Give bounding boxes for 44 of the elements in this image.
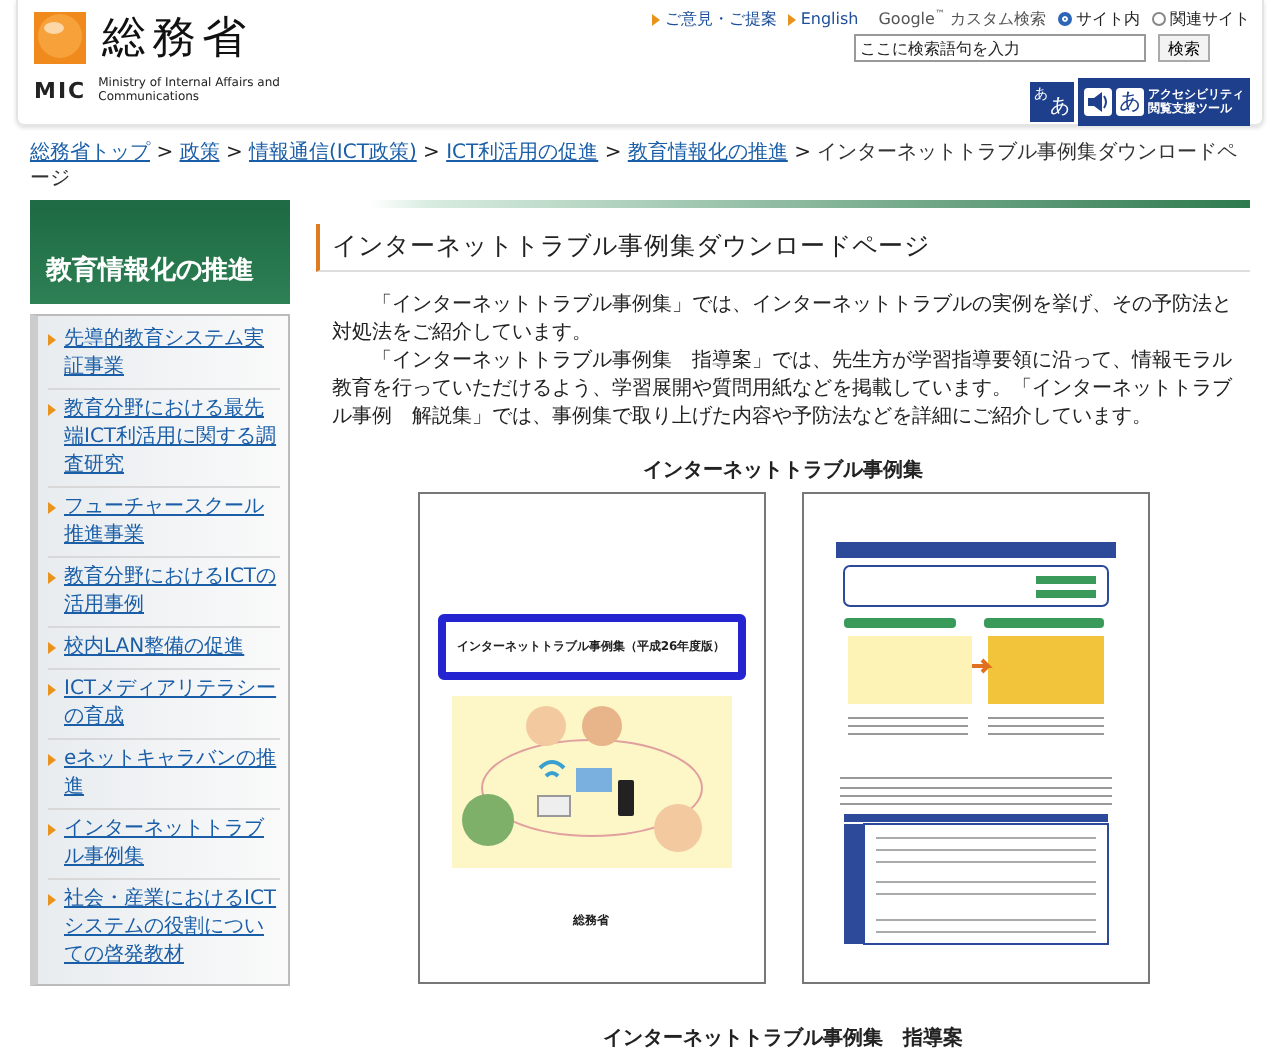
sidebar-title: 教育情報化の推進 [30,208,290,304]
sidebar-link[interactable]: 教育分野における最先端ICT利活用に関する調査研究 [64,396,280,480]
header-link[interactable]: ご意見・ご提案 [652,8,777,30]
triangle-icon [48,642,56,654]
sidebar-link[interactable]: インターネットトラブル事例集 [64,816,280,872]
triangle-icon [48,572,56,584]
speaker-icon [1084,88,1112,116]
sidebar-link[interactable]: 教育分野におけるICTの活用事例 [64,564,280,620]
figure-caption: インターネットトラブル事例集 指導案 [601,1024,965,1052]
page-heading: インターネットトラブル事例集ダウンロードページ [316,224,1250,272]
sidebar-link[interactable]: ICTメディアリテラシーの育成 [64,676,280,732]
breadcrumb-link[interactable]: ICT利活用の促進 [446,142,599,164]
triangle-icon [48,894,56,906]
sidebar-link[interactable]: 校内LAN整備の促進 [64,634,245,662]
triangle-icon [788,13,797,25]
sidebar-link[interactable]: eネットキャラバンの推進 [64,746,280,802]
triangle-icon [48,754,56,766]
paragraph: 「インターネットトラブル事例集 指導案」では、先生方が学習指導要領に沿って、情報モラル教育を行っていただけるよう、学習展開や質問用紙などを掲載しています。「インターネットトラブル事例 解説集」では、事例集で取り上げた内容や予防法などを詳細にご紹介しています。 [332,348,1234,432]
scope-radio[interactable]: サイト内 [1058,8,1140,30]
hiragana-icon: あ [1116,88,1144,116]
triangle-icon [48,502,56,514]
header-link[interactable]: English [788,10,859,28]
search-field[interactable]: ここに検索語句を入力 [854,34,1146,62]
logo-abbr: MIC [34,77,87,103]
sidebar-link[interactable]: 社会・産業におけるICTシステムの役割についての啓発教材 [64,886,280,970]
triangle-icon [48,684,56,696]
search-button[interactable]: 検索 [1158,34,1210,62]
breadcrumb-link[interactable]: 教育情報化の推進 [627,142,788,164]
triangle-icon [652,13,661,25]
scope-radio[interactable]: 関連サイト [1152,8,1250,30]
paragraph: 「インターネットトラブル事例集」では、インターネットトラブルの実例を挙げ、その予防法と対処法をご紹介しています。 [332,292,1234,348]
breadcrumb-link[interactable]: 総務省トップ [30,142,150,164]
breadcrumb-link[interactable]: 情報通信(ICT政策) [249,142,417,164]
logo-title[interactable]: 総務省 [102,8,252,68]
search-label: Google$^{™}$ カスタム検索 [878,8,1046,30]
figure-caption: インターネットトラブル事例集 [641,457,925,484]
triangle-icon [48,824,56,836]
breadcrumb-link[interactable]: 政策 [179,142,220,164]
triangle-icon [48,404,56,416]
breadcrumb-trail: 総務省トップ > 政策 > 情報通信(ICT政策) > ICT利活用の促進 > 教育情報化の推進 > インターネットトラブル事例集ダウンロードページ [30,140,1240,192]
sidebar-link[interactable]: 先導的教育システム実証事業 [64,326,280,382]
triangle-icon [48,334,56,346]
sidebar-link[interactable]: フューチャースクール推進事業 [64,494,280,550]
sphere-logo-icon [34,12,86,64]
